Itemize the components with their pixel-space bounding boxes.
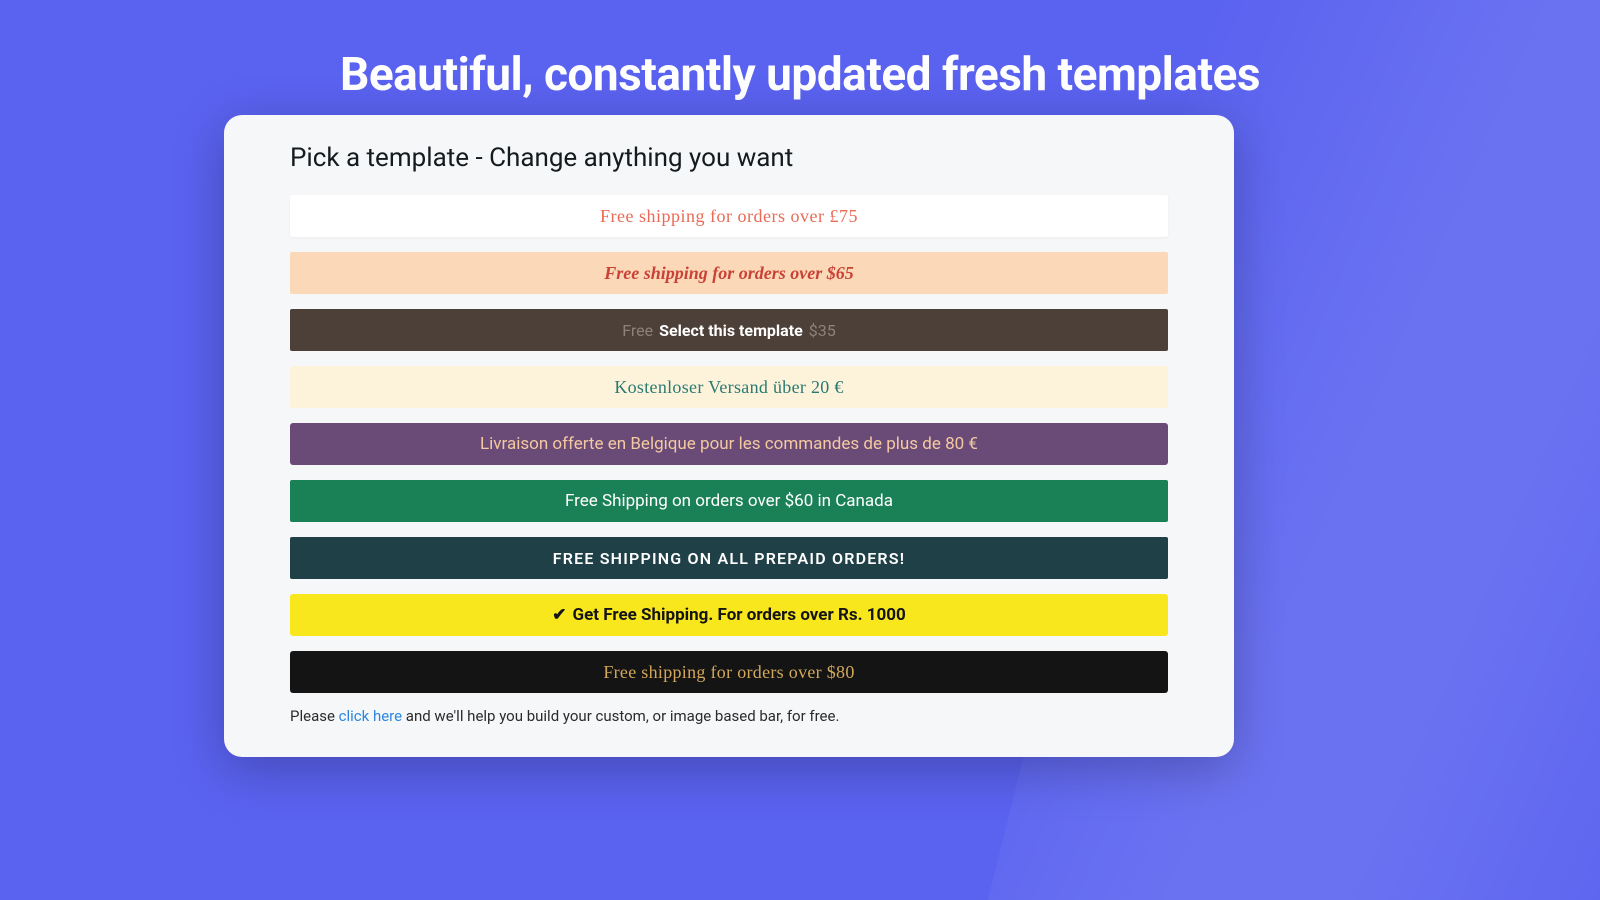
template-bar-6[interactable]: Free Shipping on orders over $60 in Cana…: [290, 480, 1168, 522]
template-bar-label: Free Shipping on orders over $60 in Cana…: [565, 491, 893, 511]
template-bar-label: Get Free Shipping. For orders over Rs. 1…: [573, 605, 906, 625]
help-click-here-link[interactable]: click here: [339, 707, 402, 725]
template-bar-3-selected[interactable]: Free Select this template $35: [290, 309, 1168, 351]
template-bar-7[interactable]: FREE SHIPPING ON ALL PREPAID ORDERS!: [290, 537, 1168, 579]
card-title: Pick a template - Change anything you wa…: [290, 143, 1168, 173]
template-bar-list: Free shipping for orders over £75 Free s…: [290, 195, 1168, 693]
help-prefix: Please: [290, 707, 339, 725]
template-picker-card: Pick a template - Change anything you wa…: [224, 115, 1234, 757]
check-icon: ✔: [552, 605, 566, 625]
template-bar-label: Kostenloser Versand über 20 €: [614, 377, 843, 398]
template-bar-label: Livraison offerte en Belgique pour les c…: [480, 434, 978, 454]
template-bar-label: Free shipping for orders over $65: [604, 263, 854, 284]
template-bar-faint-right: $35: [809, 321, 836, 340]
template-bar-2[interactable]: Free shipping for orders over $65: [290, 252, 1168, 294]
help-line: Please click here and we'll help you bui…: [290, 707, 1168, 725]
select-this-template-label: Select this template: [659, 321, 803, 340]
hero-title: Beautiful, constantly updated fresh temp…: [0, 48, 1600, 102]
template-bar-8[interactable]: ✔ Get Free Shipping. For orders over Rs.…: [290, 594, 1168, 636]
template-bar-faint-left: Free: [622, 321, 653, 340]
help-suffix: and we'll help you build your custom, or…: [402, 707, 839, 725]
template-bar-label: Free shipping for orders over $80: [603, 662, 854, 683]
template-bar-9[interactable]: Free shipping for orders over $80: [290, 651, 1168, 693]
template-bar-4[interactable]: Kostenloser Versand über 20 €: [290, 366, 1168, 408]
template-bar-1[interactable]: Free shipping for orders over £75: [290, 195, 1168, 237]
template-bar-label: Free shipping for orders over £75: [600, 206, 858, 227]
template-bar-label: FREE SHIPPING ON ALL PREPAID ORDERS!: [553, 549, 906, 568]
template-bar-5[interactable]: Livraison offerte en Belgique pour les c…: [290, 423, 1168, 465]
